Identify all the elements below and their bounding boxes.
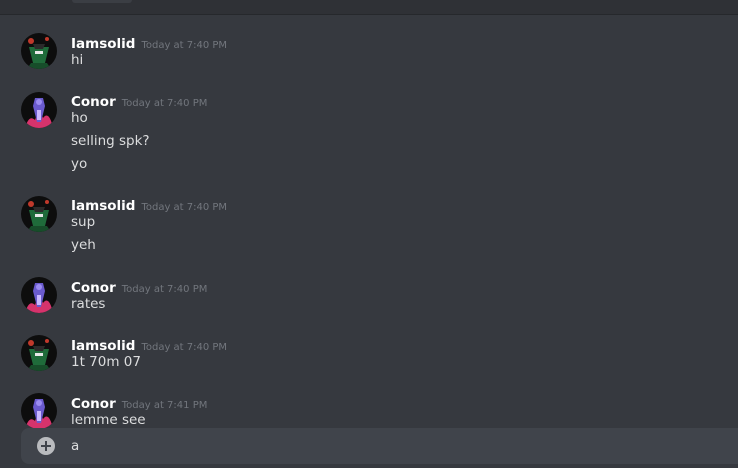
timestamp: Today at 7:40 PM (141, 342, 228, 353)
iamsolid-avatar[interactable] (21, 196, 57, 232)
timestamp: Today at 7:40 PM (121, 284, 208, 295)
conor-avatar[interactable] (21, 393, 57, 429)
message-header: Iamsolid Today at 7:40 PM (71, 335, 227, 354)
username[interactable]: Conor (71, 94, 116, 110)
iamsolid-avatar[interactable] (21, 33, 57, 69)
username[interactable]: Iamsolid (71, 198, 135, 214)
message-text: 1t 70m 07 (71, 354, 141, 370)
message-text: hi (71, 52, 84, 68)
message-text: yo (71, 156, 88, 172)
message-text: rates (71, 296, 106, 312)
previous-message-edge (0, 0, 738, 15)
message-header: Iamsolid Today at 7:40 PM (71, 33, 227, 52)
conor-avatar[interactable] (21, 277, 57, 313)
message-text: ho (71, 110, 88, 126)
message-header: Conor Today at 7:41 PM (71, 393, 207, 412)
clipped-text-remnant (72, 0, 132, 3)
username[interactable]: Conor (71, 396, 116, 412)
plus-circle-icon[interactable] (37, 437, 55, 455)
message-header: Conor Today at 7:40 PM (71, 277, 207, 296)
message-header: Conor Today at 7:40 PM (71, 91, 207, 110)
message-header: Iamsolid Today at 7:40 PM (71, 195, 227, 214)
message-text: selling spk? (71, 133, 150, 149)
iamsolid-avatar[interactable] (21, 335, 57, 371)
timestamp: Today at 7:40 PM (141, 40, 228, 51)
username[interactable]: Iamsolid (71, 36, 135, 52)
timestamp: Today at 7:40 PM (121, 98, 208, 109)
message-input[interactable]: a (71, 437, 711, 455)
message-text: lemme see (71, 412, 146, 428)
timestamp: Today at 7:41 PM (121, 400, 208, 411)
timestamp: Today at 7:40 PM (141, 202, 228, 213)
username[interactable]: Conor (71, 280, 116, 296)
username[interactable]: Iamsolid (71, 338, 135, 354)
message-text: sup (71, 214, 96, 230)
message-text: yeh (71, 237, 96, 253)
conor-avatar[interactable] (21, 92, 57, 128)
message-composer: a (21, 428, 738, 464)
